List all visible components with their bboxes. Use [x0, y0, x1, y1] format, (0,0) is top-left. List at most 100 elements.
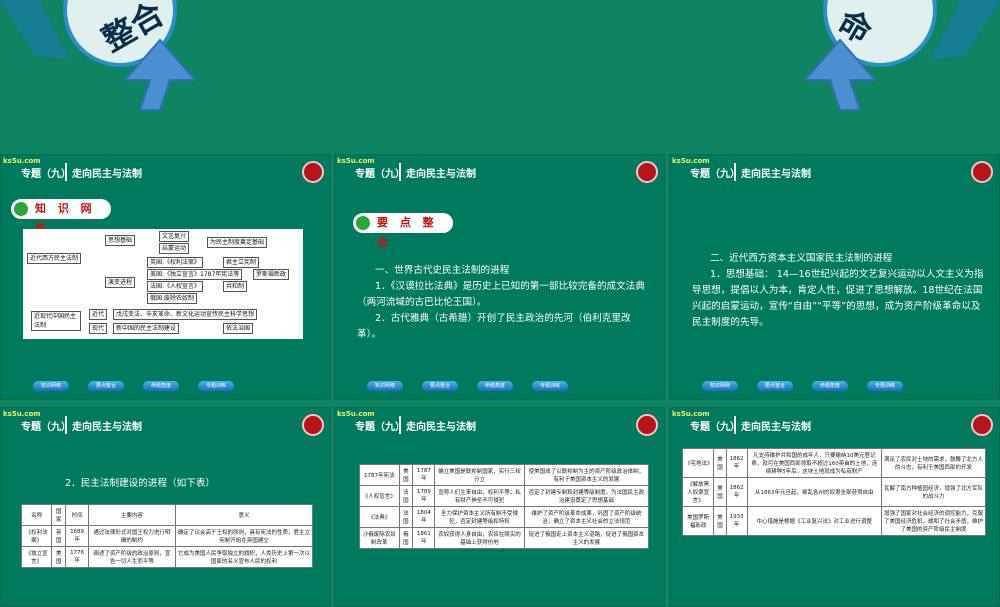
- slide-header: ks5u.com 专题（九） 走向民主与法制: [1, 408, 330, 442]
- table-cell: 美国: [713, 477, 727, 507]
- diagram-node: 共和制: [223, 281, 248, 292]
- site-logo: ks5u.com: [3, 157, 41, 165]
- nav-button[interactable]: 知识网络: [367, 381, 403, 391]
- slide-header: ks5u.com 专题（九） 走向民主与法制: [335, 408, 664, 442]
- nav-button[interactable]: 要点整合: [88, 381, 124, 391]
- site-logo: ks5u.com: [672, 410, 710, 418]
- table-cell: 瓦解了南方种植园经济，增强了北方军队的战斗力: [880, 477, 987, 507]
- slide-thumb-6[interactable]: ks5u.com 专题（九） 走向民主与法制 《宅地法》 美国 1862年 凡支…: [669, 407, 1000, 607]
- slide-nav: 知识网络 要点整合 命题角度 专题训练: [702, 381, 962, 393]
- table-header-cell: 主要内容: [87, 504, 177, 526]
- table-cell: 从1863年元旦起，叛乱各州的奴隶全部获得自由: [746, 477, 882, 507]
- diagram-node: 英国:《权利法案》: [147, 257, 204, 268]
- table-cell: 美国: [713, 448, 727, 478]
- slide-nav: 知识网络 要点整合 命题角度 专题训练: [367, 381, 627, 393]
- paragraph: 一、世界古代史民主法制的进程: [375, 265, 510, 276]
- header-divider: [65, 416, 67, 434]
- slide-thumb-3[interactable]: ks5u.com 专题（九） 走向民主与法制 二、近代西方资本主义国家民主法制的…: [669, 154, 1000, 400]
- table-cell: 促进了俄国走上资本主义道路，促进了俄国资本主义的发展: [523, 527, 650, 549]
- table-cell: 全力保护资本主义所有制不受侵犯，否定封建等级和特权: [434, 506, 525, 528]
- data-table: 《宅地法》 美国 1862年 凡支持维护共和国的成年人，只要缴纳10美元登记费，…: [681, 448, 987, 536]
- table-cell: 《独立宣言》: [20, 546, 53, 568]
- table-row: 《解放黑人奴隶宣言》 美国 1862年 从1863年元旦起，叛乱各州的奴隶全部获…: [681, 477, 987, 507]
- table-cell: 宣称人们生来自由，权利平等；私有财产神圣不可侵犯: [434, 485, 525, 507]
- table-row: 美国罗斯福新政 美国 1933年 中心措施是根据《工业复兴法》对工业进行调整 增…: [681, 506, 987, 536]
- slide-title: 走向民主与法制: [741, 169, 811, 180]
- header-divider: [399, 416, 401, 434]
- nav-button[interactable]: 专题训练: [198, 381, 234, 391]
- table-cell: 美国: [398, 464, 414, 486]
- nav-button[interactable]: 要点整合: [422, 381, 458, 391]
- series-label: 专题（九）: [690, 169, 740, 180]
- diagram-node: 依法治国: [223, 323, 254, 334]
- nav-button[interactable]: 专题训练: [532, 381, 568, 391]
- site-logo: ks5u.com: [3, 410, 41, 418]
- table-cell: 美国罗斯福新政: [681, 506, 715, 536]
- table-cell: 凡支持维护共和国的成年人，只要缴纳10美元登记费，就可在美国西部领取不超过160…: [746, 448, 882, 478]
- header-divider: [399, 163, 401, 181]
- arrow-decor-right-icon: [802, 0, 1000, 111]
- table-cell: 确定了议会高于王权的原则，具有宪法的性质，君主立宪制开始在英国建立: [175, 525, 313, 547]
- paragraph: 二、近代西方资本主义国家民主法制的进程: [710, 253, 893, 264]
- slide-thumb-1[interactable]: ks5u.com 专题（九） 走向民主与法制 知 识 网 络 近代西方民主法制 …: [0, 154, 331, 400]
- nav-button[interactable]: 命题角度: [812, 381, 848, 391]
- diagram-node: 文艺复兴: [159, 231, 190, 242]
- slide-thumb-4[interactable]: ks5u.com 专题（九） 走向民主与法制 2．民主法制建设的进程（如下表） …: [0, 407, 331, 607]
- table-row: 《人权宣言》 法国 1789年 宣称人们生来自由，权利平等；私有财产神圣不可侵犯…: [359, 485, 650, 507]
- nav-button[interactable]: 要点整合: [757, 381, 793, 391]
- diagram-node: 现代: [89, 323, 108, 334]
- diagram-node: 思想基础: [105, 235, 136, 246]
- nav-button[interactable]: 知识网络: [702, 381, 738, 391]
- home-icon[interactable]: [302, 161, 324, 183]
- nav-button[interactable]: 命题角度: [143, 381, 179, 391]
- diagram-node: 美国:《独立宣言》1787年宪法等: [147, 269, 243, 280]
- diagram-node: 近现代中国民主法制: [31, 311, 81, 331]
- nav-button[interactable]: 专题训练: [867, 381, 903, 391]
- slide-header: ks5u.com 专题（九） 走向民主与法制: [670, 408, 999, 442]
- table-cell: 1789年: [412, 485, 436, 507]
- table-cell: 维护了资产阶级革命成果，巩固了资产阶级统治，确立了资本主义社会的立法规范: [523, 506, 650, 528]
- home-icon[interactable]: [636, 161, 658, 183]
- slide-nav: 知识网络 要点整合 命题角度 专题训练: [33, 381, 293, 393]
- diagram-node: 近代西方民主法制: [27, 253, 82, 264]
- table-cell: 1689年: [65, 525, 89, 547]
- home-icon[interactable]: [971, 414, 993, 436]
- paragraph: 2．古代雅典（古希腊）开创了民主政治的先河（伯利克里改革）。: [357, 313, 631, 340]
- data-table: 名称 国家 时间 主要内容 意义 《权利法案》 英国 1689年 通过法律形式对…: [20, 504, 313, 568]
- slide-thumb-2[interactable]: ks5u.com 专题（九） 走向民主与法制 要 点 整 合 一、世界古代史民主…: [334, 154, 665, 400]
- diagram-node: 演变进程: [105, 277, 136, 288]
- table-cell: 《法典》: [359, 506, 400, 528]
- home-icon[interactable]: [302, 414, 324, 436]
- table-row: 《独立宣言》 美国 1776年 阐述了资产阶级的政治原则，宣告一切人生而平等 它…: [20, 546, 313, 568]
- bullet-icon: [356, 216, 370, 230]
- diagram-node: 罗斯福新政: [253, 269, 290, 280]
- data-table: 1787年宪法 美国 1787年 确立美国是联邦制国家，实行三权分立 使美国成了…: [359, 464, 650, 549]
- table-cell: 俄国: [398, 527, 414, 549]
- diagram-node: 近代: [89, 309, 108, 320]
- series-label: 专题（九）: [355, 169, 405, 180]
- table-cell: 美国: [51, 546, 67, 568]
- slide-thumb-5[interactable]: ks5u.com 专题（九） 走向民主与法制 1787年宪法 美国 1787年 …: [334, 407, 665, 607]
- table-cell: 确立美国是联邦制国家，实行三权分立: [434, 464, 525, 486]
- table-header-cell: 意义: [175, 504, 313, 526]
- table-cell: 沙俄废除农奴制改革: [359, 527, 400, 549]
- table-header-row: 名称 国家 时间 主要内容 意义: [20, 504, 313, 526]
- section-label: 知 识 网 络: [11, 199, 111, 235]
- table-cell: 《权利法案》: [20, 525, 53, 547]
- home-icon[interactable]: [636, 414, 658, 436]
- series-label: 专题（九）: [21, 422, 71, 433]
- table-cell: 美国: [713, 506, 727, 536]
- home-icon[interactable]: [971, 161, 993, 183]
- table-cell: 法国: [398, 506, 414, 528]
- diagram-node: 君主立宪制: [223, 257, 260, 268]
- table-cell: 满足了农民对土地的需求，鼓舞了北方人的斗志，有利于美国西部的开发: [880, 448, 987, 478]
- table-row: 沙俄废除农奴制改革 俄国 1861年 农奴获得人身自由，农奴在赎买的基础上获得份…: [359, 527, 650, 549]
- nav-button[interactable]: 知识网络: [33, 381, 69, 391]
- knowledge-diagram: 近代西方民主法制 近现代中国民主法制 思想基础 演变进程 近代 现代 文艺复兴 …: [23, 229, 303, 339]
- table-cell: 1862年: [725, 448, 748, 478]
- header-divider: [65, 163, 67, 181]
- table-cell: 农奴获得人身自由，农奴在赎买的基础上获得份地: [434, 527, 525, 549]
- nav-button[interactable]: 命题角度: [477, 381, 513, 391]
- series-label: 专题（九）: [690, 422, 740, 433]
- header-divider: [734, 416, 736, 434]
